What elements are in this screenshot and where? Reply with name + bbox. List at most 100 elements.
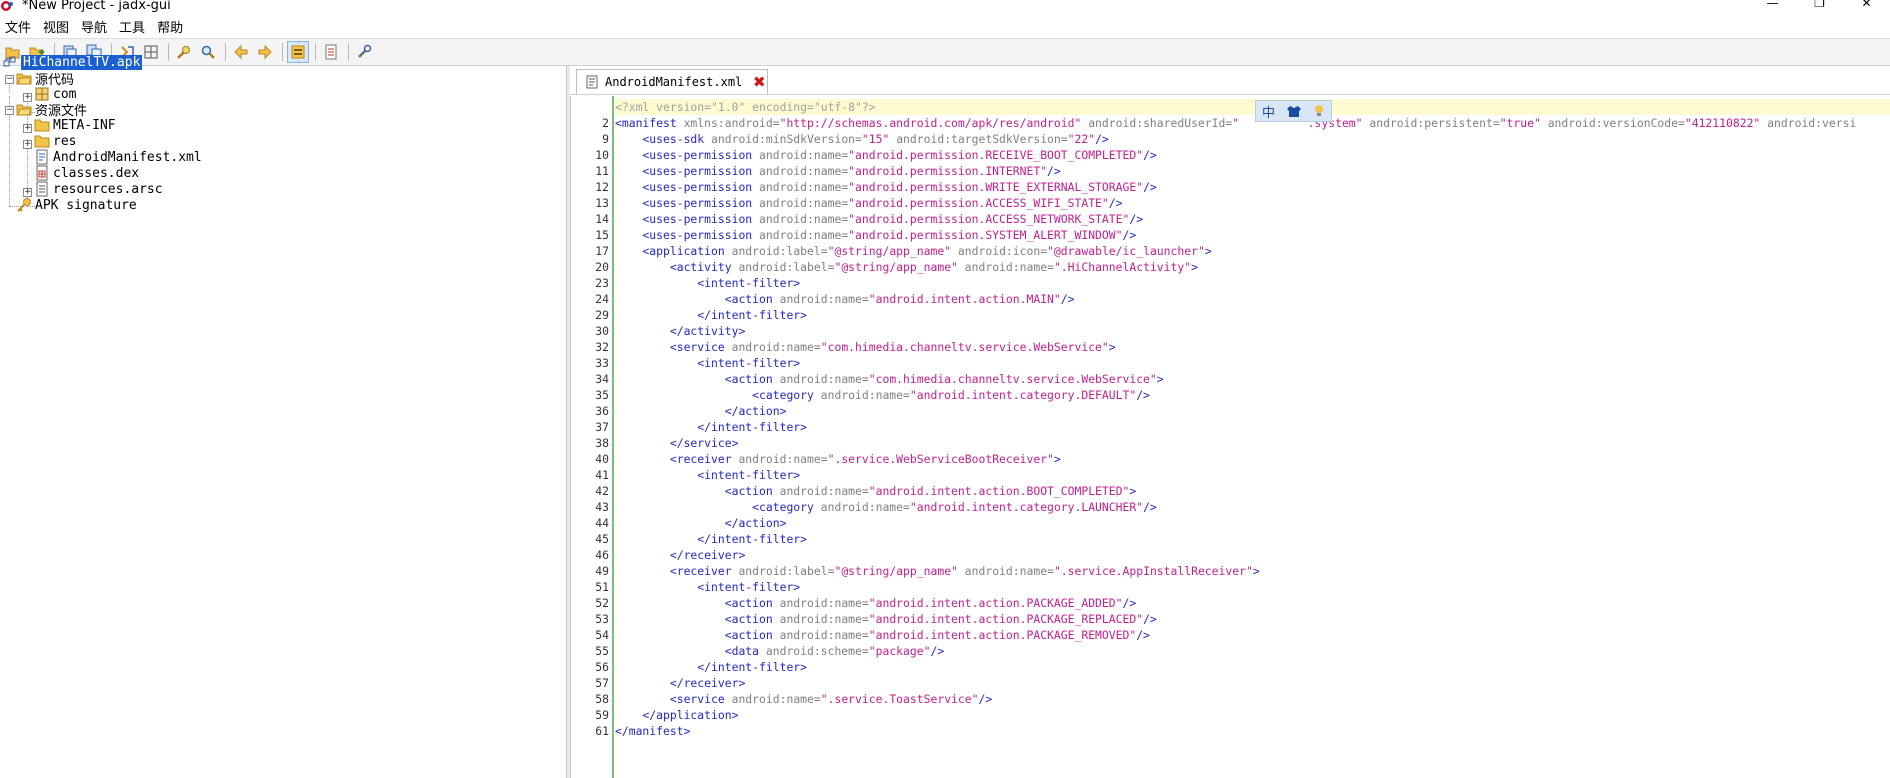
code-line: <manifest xmlns:android="http://schemas.… (615, 115, 1856, 131)
code-token: /> (1129, 212, 1144, 226)
code-line: <data android:scheme="package"/> (615, 643, 944, 659)
code-line: <action android:name="android.intent.act… (615, 291, 1075, 307)
menu-tools[interactable]: 工具 (114, 17, 152, 36)
code-token: android:name= (759, 228, 849, 242)
code-line: </intent-filter> (615, 531, 807, 547)
tree-item-apk-signature[interactable]: APK signature (16, 196, 137, 214)
code-area[interactable]: <?xml version="1.0" encoding="utf-8"?> <m… (615, 96, 1890, 778)
shirt-icon[interactable] (1286, 105, 1301, 117)
code-line: <intent-filter> (615, 275, 800, 291)
code-token: <action (615, 292, 780, 306)
code-token: </action> (615, 404, 787, 418)
code-line: <intent-filter> (615, 355, 800, 371)
ime-toolbar[interactable]: 中 (1255, 100, 1332, 122)
line-number: 58 (595, 692, 609, 706)
code-token: /> (978, 692, 993, 706)
line-number: 56 (595, 660, 609, 674)
window-controls: — ❐ ✕ (1749, 0, 1890, 12)
code-token: > (1156, 372, 1164, 386)
tools-icon (358, 44, 372, 58)
code-token: "android.permission.RECEIVE_BOOT_COMPLET… (848, 148, 1144, 162)
log-viewer-button[interactable] (320, 41, 342, 63)
code-token: android:versi (1767, 116, 1857, 130)
expand-toggle-res[interactable]: + (23, 140, 32, 149)
code-token: "@string/app_name" (827, 244, 958, 258)
tab-strip: AndroidManifest.xml ✖ (570, 66, 1890, 95)
collapse-toggle-resources[interactable]: − (5, 106, 14, 115)
code-token: </intent-filter> (615, 308, 808, 322)
code-token: "android.permission.ACCESS_NETWORK_STATE… (848, 212, 1130, 226)
code-line: <intent-filter> (615, 579, 800, 595)
code-token: android:name= (779, 372, 869, 386)
code-token: </intent-filter> (615, 420, 808, 434)
menu-file[interactable]: 文件 (0, 17, 38, 36)
line-number-gutter: 2 9 10 11 12 13 14 15 17 20 23 24 29 30 32 33 34 35 36 37 38… (570, 96, 612, 778)
maximize-button[interactable]: ❐ (1796, 0, 1843, 12)
expand-toggle-meta-inf[interactable]: + (23, 124, 32, 133)
code-token: android:name= (779, 628, 869, 642)
code-token: ".service.ToastService" (820, 692, 979, 706)
back-icon (234, 44, 248, 60)
code-line: <uses-permission android:name="android.p… (615, 179, 1156, 195)
tab-android-manifest[interactable]: AndroidManifest.xml ✖ (576, 69, 768, 94)
close-window-button[interactable]: ✕ (1843, 0, 1890, 12)
code-line: <activity android:label="@string/app_nam… (615, 259, 1198, 275)
menu-navigation[interactable]: 导航 (76, 17, 114, 36)
code-token: <application (615, 244, 732, 258)
code-line: <action android:name="android.intent.act… (615, 627, 1150, 643)
code-token: <intent-filter> (615, 468, 801, 482)
flatten-tree-button[interactable] (140, 41, 162, 63)
code-token: > (1252, 564, 1260, 578)
code-line: <application android:label="@string/app_… (615, 243, 1211, 259)
code-token: <action (615, 372, 780, 386)
tools-button[interactable] (353, 41, 375, 63)
menu-view[interactable]: 视图 (38, 17, 76, 36)
forward-icon (258, 44, 272, 60)
line-number: 24 (595, 292, 609, 306)
code-token: android:name= (779, 484, 869, 498)
window-title: *New Project - jadx-gui (22, 0, 171, 13)
code-token: android:name= (731, 692, 821, 706)
log-icon (325, 44, 337, 60)
code-line: </action> (615, 403, 787, 419)
toolbar-separator (225, 43, 226, 61)
code-token: /> (1143, 612, 1157, 626)
search-button[interactable] (173, 41, 195, 63)
code-line: <intent-filter> (615, 467, 800, 483)
forward-button[interactable] (254, 41, 276, 63)
code-token: /> (1136, 388, 1150, 402)
line-number: 37 (595, 420, 609, 434)
code-token: "android.intent.action.MAIN" (868, 292, 1061, 306)
preferences-toggle-button[interactable] (287, 41, 309, 63)
find-class-button[interactable] (197, 41, 219, 63)
line-number: 46 (595, 548, 609, 562)
line-number: 54 (595, 628, 609, 642)
code-token: <action (615, 612, 780, 626)
line-number: 55 (595, 644, 609, 658)
collapse-toggle-source[interactable]: − (5, 75, 14, 84)
line-number: 41 (595, 468, 609, 482)
code-line: </action> (615, 515, 787, 531)
line-number: 59 (595, 708, 609, 722)
ime-mode-indicator[interactable]: 中 (1262, 102, 1275, 121)
code-token: android:name= (738, 452, 828, 466)
code-token: "http://schemas.android.com/apk/res/andr… (779, 116, 1089, 130)
code-line: <uses-permission android:name="android.p… (615, 195, 1122, 211)
code-line: <uses-permission android:name="android.p… (615, 211, 1143, 227)
code-line: </activity> (615, 323, 745, 339)
code-editor[interactable]: 2 9 10 11 12 13 14 15 17 20 23 24 29 30 32 33 34 35 36 37 38… (570, 96, 1890, 778)
code-token: <intent-filter> (615, 356, 801, 370)
code-token: android:name= (759, 164, 849, 178)
code-line: <uses-sdk android:minSdkVersion="15" and… (615, 131, 1108, 147)
settings-bulb-icon[interactable] (1313, 104, 1325, 118)
line-number: 12 (595, 180, 609, 194)
code-token: </receiver> (615, 548, 746, 562)
line-number: 32 (595, 340, 609, 354)
close-tab-icon[interactable]: ✖ (753, 75, 766, 90)
code-token: </intent-filter> (615, 660, 808, 674)
back-button[interactable] (230, 41, 252, 63)
menu-help[interactable]: 帮助 (152, 17, 190, 36)
minimize-button[interactable]: — (1749, 0, 1796, 12)
line-number: 33 (595, 356, 609, 370)
line-number: 29 (595, 308, 609, 322)
